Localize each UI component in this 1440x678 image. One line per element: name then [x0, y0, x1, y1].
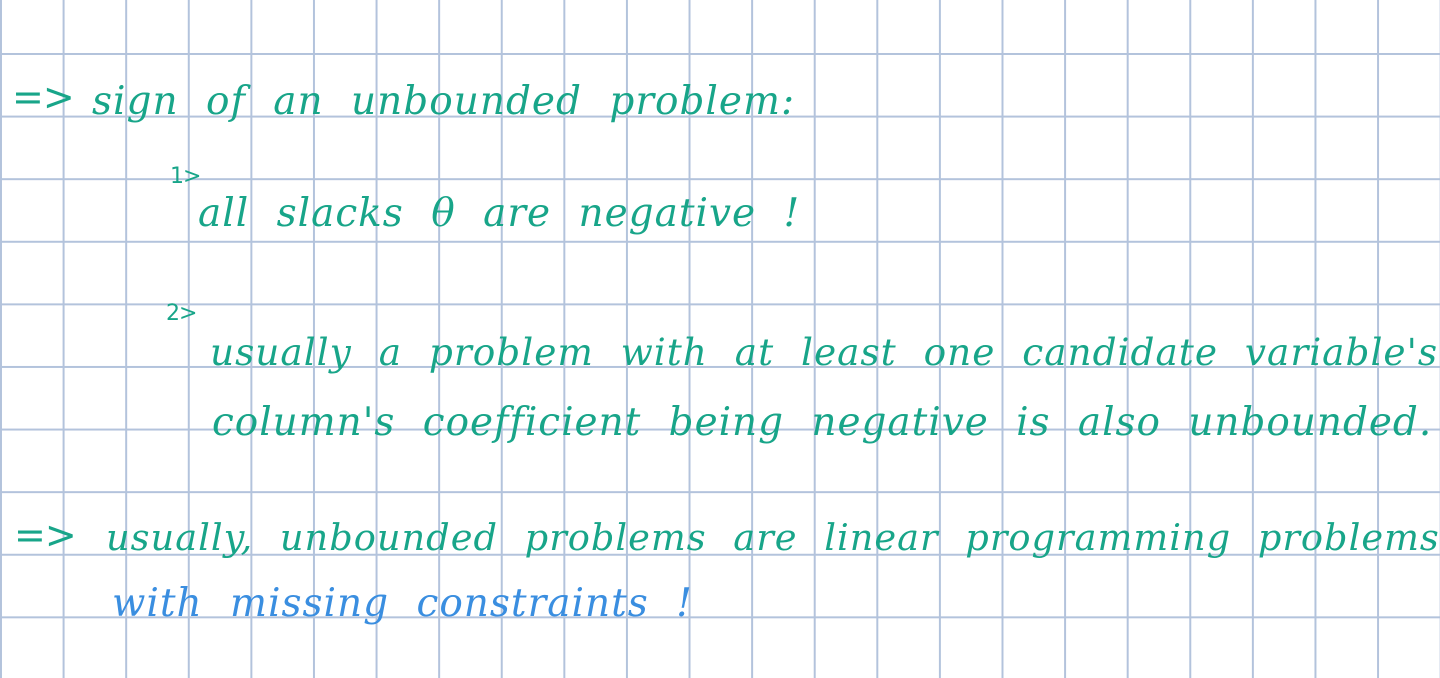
implication-arrow: => [12, 75, 75, 119]
note-heading-unbounded-sign: sign of an unbounded problem: [92, 79, 796, 124]
note-item-2-text-line-1: usually a problem with at least one cand… [210, 330, 1439, 374]
note-item-2-text-line-2: column's coefficient being negative is a… [212, 400, 1433, 445]
implication-arrow: => [14, 513, 77, 557]
item-number-1: 1> [170, 164, 201, 189]
note-conclusion-line-1: usually, unbounded problems are linear p… [106, 516, 1440, 559]
note-conclusion-line-2-highlight: with missing constraints ! [112, 581, 693, 626]
item-number-2: 2> [166, 301, 197, 326]
grid-paper-page: => sign of an unbounded problem: 1> all … [0, 0, 1440, 678]
note-item-1-text: all slacks θ are negative ! [198, 191, 801, 236]
